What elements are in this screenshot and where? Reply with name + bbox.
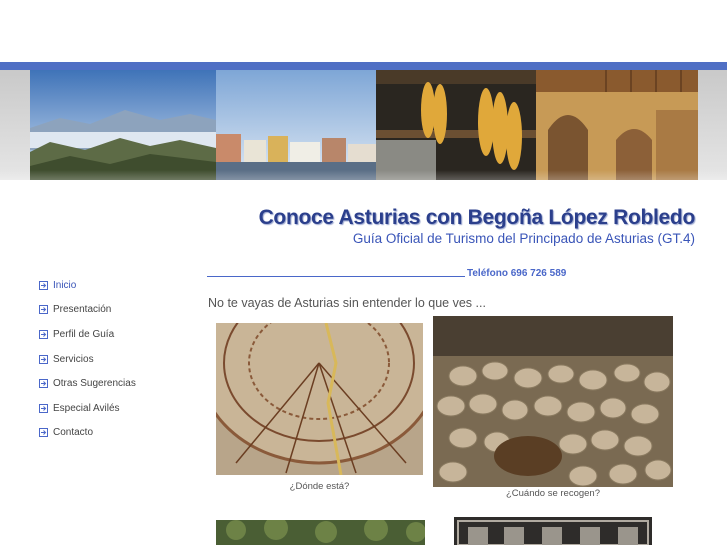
banner-left-edge: [0, 70, 30, 180]
arrow-right-icon: [39, 280, 48, 290]
nav-item-presentacion[interactable]: Presentación: [39, 298, 136, 323]
gallery-photo-potatoes[interactable]: [433, 316, 673, 487]
nav-label: Otras Sugerencias: [53, 378, 136, 390]
gallery-photo-panel[interactable]: [454, 517, 652, 545]
nav-label: Presentación: [53, 304, 112, 316]
nav-item-servicios[interactable]: Servicios: [39, 347, 136, 372]
header-banner: [0, 70, 727, 206]
arrow-right-icon: [39, 354, 48, 364]
gallery-photo-stone[interactable]: [216, 323, 423, 475]
site-subtitle: Guía Oficial de Turismo del Principado d…: [352, 231, 695, 246]
nav-item-inicio[interactable]: Inicio: [39, 273, 136, 298]
nav-item-perfil[interactable]: Perfil de Guía: [39, 322, 136, 347]
phone-line: Teléfono 696 726 589: [207, 268, 566, 279]
banner-photo-harbour: [216, 70, 376, 180]
nav-label: Perfil de Guía: [53, 328, 115, 340]
banner-photo-corn: [376, 70, 536, 180]
nav-label: Contacto: [53, 427, 94, 439]
arrow-right-icon: [39, 379, 48, 389]
caption-potatoes: ¿Cuándo se recogen?: [505, 488, 600, 499]
phone-number: Teléfono 696 726 589: [467, 268, 567, 279]
gallery-photo-forest[interactable]: [216, 520, 425, 545]
nav-label: Inicio: [53, 279, 77, 291]
arrow-right-icon: [39, 305, 48, 315]
banner-photo-cloister: [536, 70, 698, 180]
arrow-right-icon: [39, 329, 48, 339]
nav-label: Servicios: [53, 353, 94, 365]
banner-photo-mountains: [30, 70, 216, 180]
top-accent-bar: [0, 62, 727, 70]
nav-item-especial-aviles[interactable]: Especial Avilés: [39, 396, 136, 421]
sidebar-nav: Inicio Presentación Perfil de Guía Servi…: [39, 273, 136, 445]
caption-stone: ¿Dónde está?: [289, 481, 350, 492]
nav-item-contacto[interactable]: Contacto: [39, 421, 136, 446]
site-title: Conoce Asturias con Begoña López Robledo: [258, 206, 696, 229]
arrow-right-icon: [39, 403, 48, 413]
nav-item-sugerencias[interactable]: Otras Sugerencias: [39, 371, 136, 396]
banner-right-edge: [698, 70, 727, 180]
arrow-right-icon: [39, 428, 48, 438]
nav-label: Especial Avilés: [53, 402, 120, 414]
divider-line: [207, 276, 465, 277]
banner-fade: [0, 170, 727, 206]
intro-text: No te vayas de Asturias sin entender lo …: [208, 296, 486, 310]
